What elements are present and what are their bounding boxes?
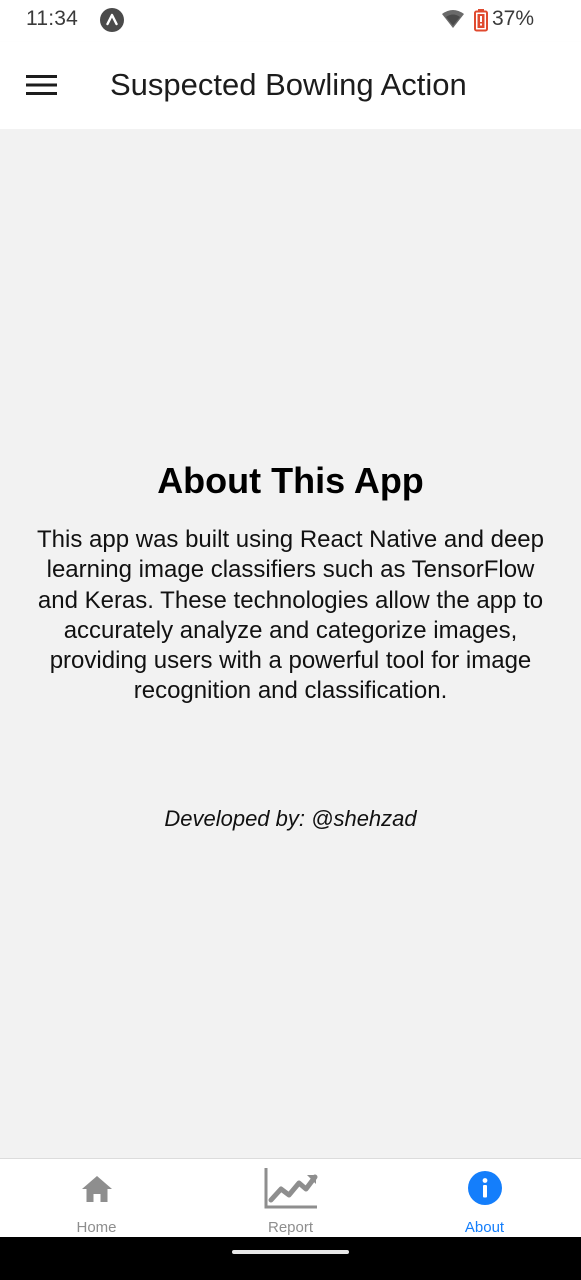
home-gesture-handle[interactable] <box>232 1250 349 1254</box>
home-icon <box>0 1167 193 1211</box>
tab-report[interactable]: Report <box>194 1159 387 1238</box>
wifi-icon <box>441 9 465 34</box>
tab-report-label: Report <box>267 1219 314 1236</box>
tab-about[interactable]: About <box>388 1159 581 1238</box>
chart-icon <box>194 1167 387 1211</box>
tab-home-label: Home <box>76 1219 117 1236</box>
info-icon <box>388 1167 581 1211</box>
developer-credit: Developed by: @shehzad <box>164 806 417 831</box>
about-screen: About This App This app was built using … <box>0 129 581 1158</box>
system-navigation-bar <box>0 1237 581 1280</box>
status-time: 11:34 <box>26 7 78 30</box>
hamburger-menu-icon <box>26 75 57 95</box>
battery-icon <box>473 8 489 37</box>
menu-button[interactable] <box>18 64 66 106</box>
tab-home[interactable]: Home <box>0 1159 193 1238</box>
about-description: This app was built using React Native an… <box>37 526 544 705</box>
status-bar: 11:34 37% <box>0 0 581 42</box>
battery-percentage: 37% <box>492 7 535 30</box>
about-heading: About This App <box>157 460 424 501</box>
bottom-tab-bar: Home Report About <box>0 1158 581 1238</box>
page-title: Suspected Bowling Action <box>110 67 467 102</box>
tab-about-label: About <box>464 1219 505 1236</box>
app-header: Suspected Bowling Action <box>0 42 581 129</box>
app-notification-icon <box>100 8 124 32</box>
